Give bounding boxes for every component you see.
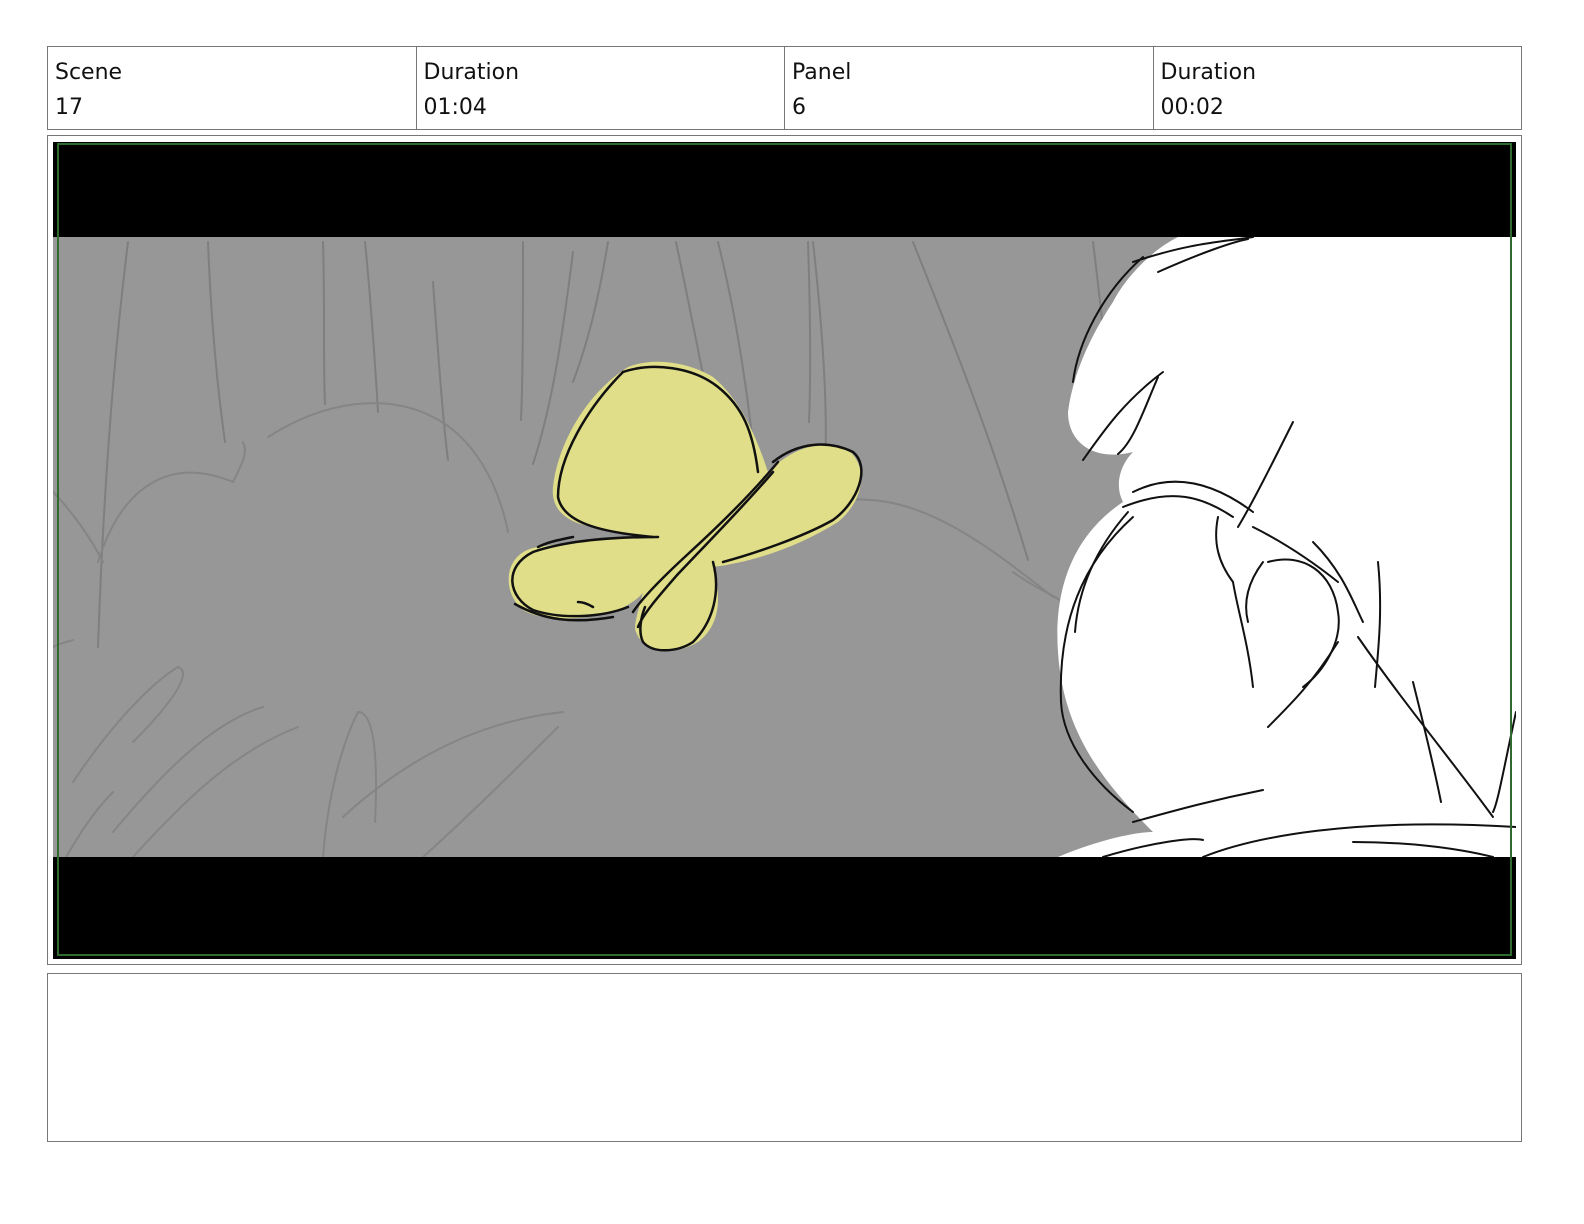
panel-duration-cell: Duration 00:02 xyxy=(1154,47,1522,129)
scene-duration-value: 01:04 xyxy=(423,95,487,120)
scene-cell: Scene 17 xyxy=(48,47,417,129)
panel-label: Panel xyxy=(792,60,852,85)
panel-duration-label: Duration xyxy=(1160,60,1257,85)
scene-label: Scene xyxy=(55,60,123,85)
scene-duration-cell: Duration 01:04 xyxy=(417,47,785,129)
storyboard-sketch xyxy=(53,142,1516,959)
scene-duration-label: Duration xyxy=(423,60,520,85)
character-silhouette xyxy=(1057,236,1516,858)
storyboard-panel-frame xyxy=(47,135,1522,965)
panel-notes-box xyxy=(47,973,1522,1142)
panel-number: 6 xyxy=(792,95,806,120)
panel-cell: Panel 6 xyxy=(785,47,1154,129)
scene-number: 17 xyxy=(55,95,83,120)
letterbox-bottom-bar xyxy=(53,857,1516,959)
panel-duration-value: 00:02 xyxy=(1160,95,1224,120)
panel-info-header: Scene 17 Duration 01:04 Panel 6 Duration… xyxy=(47,46,1522,130)
letterbox-top-bar xyxy=(53,142,1516,237)
